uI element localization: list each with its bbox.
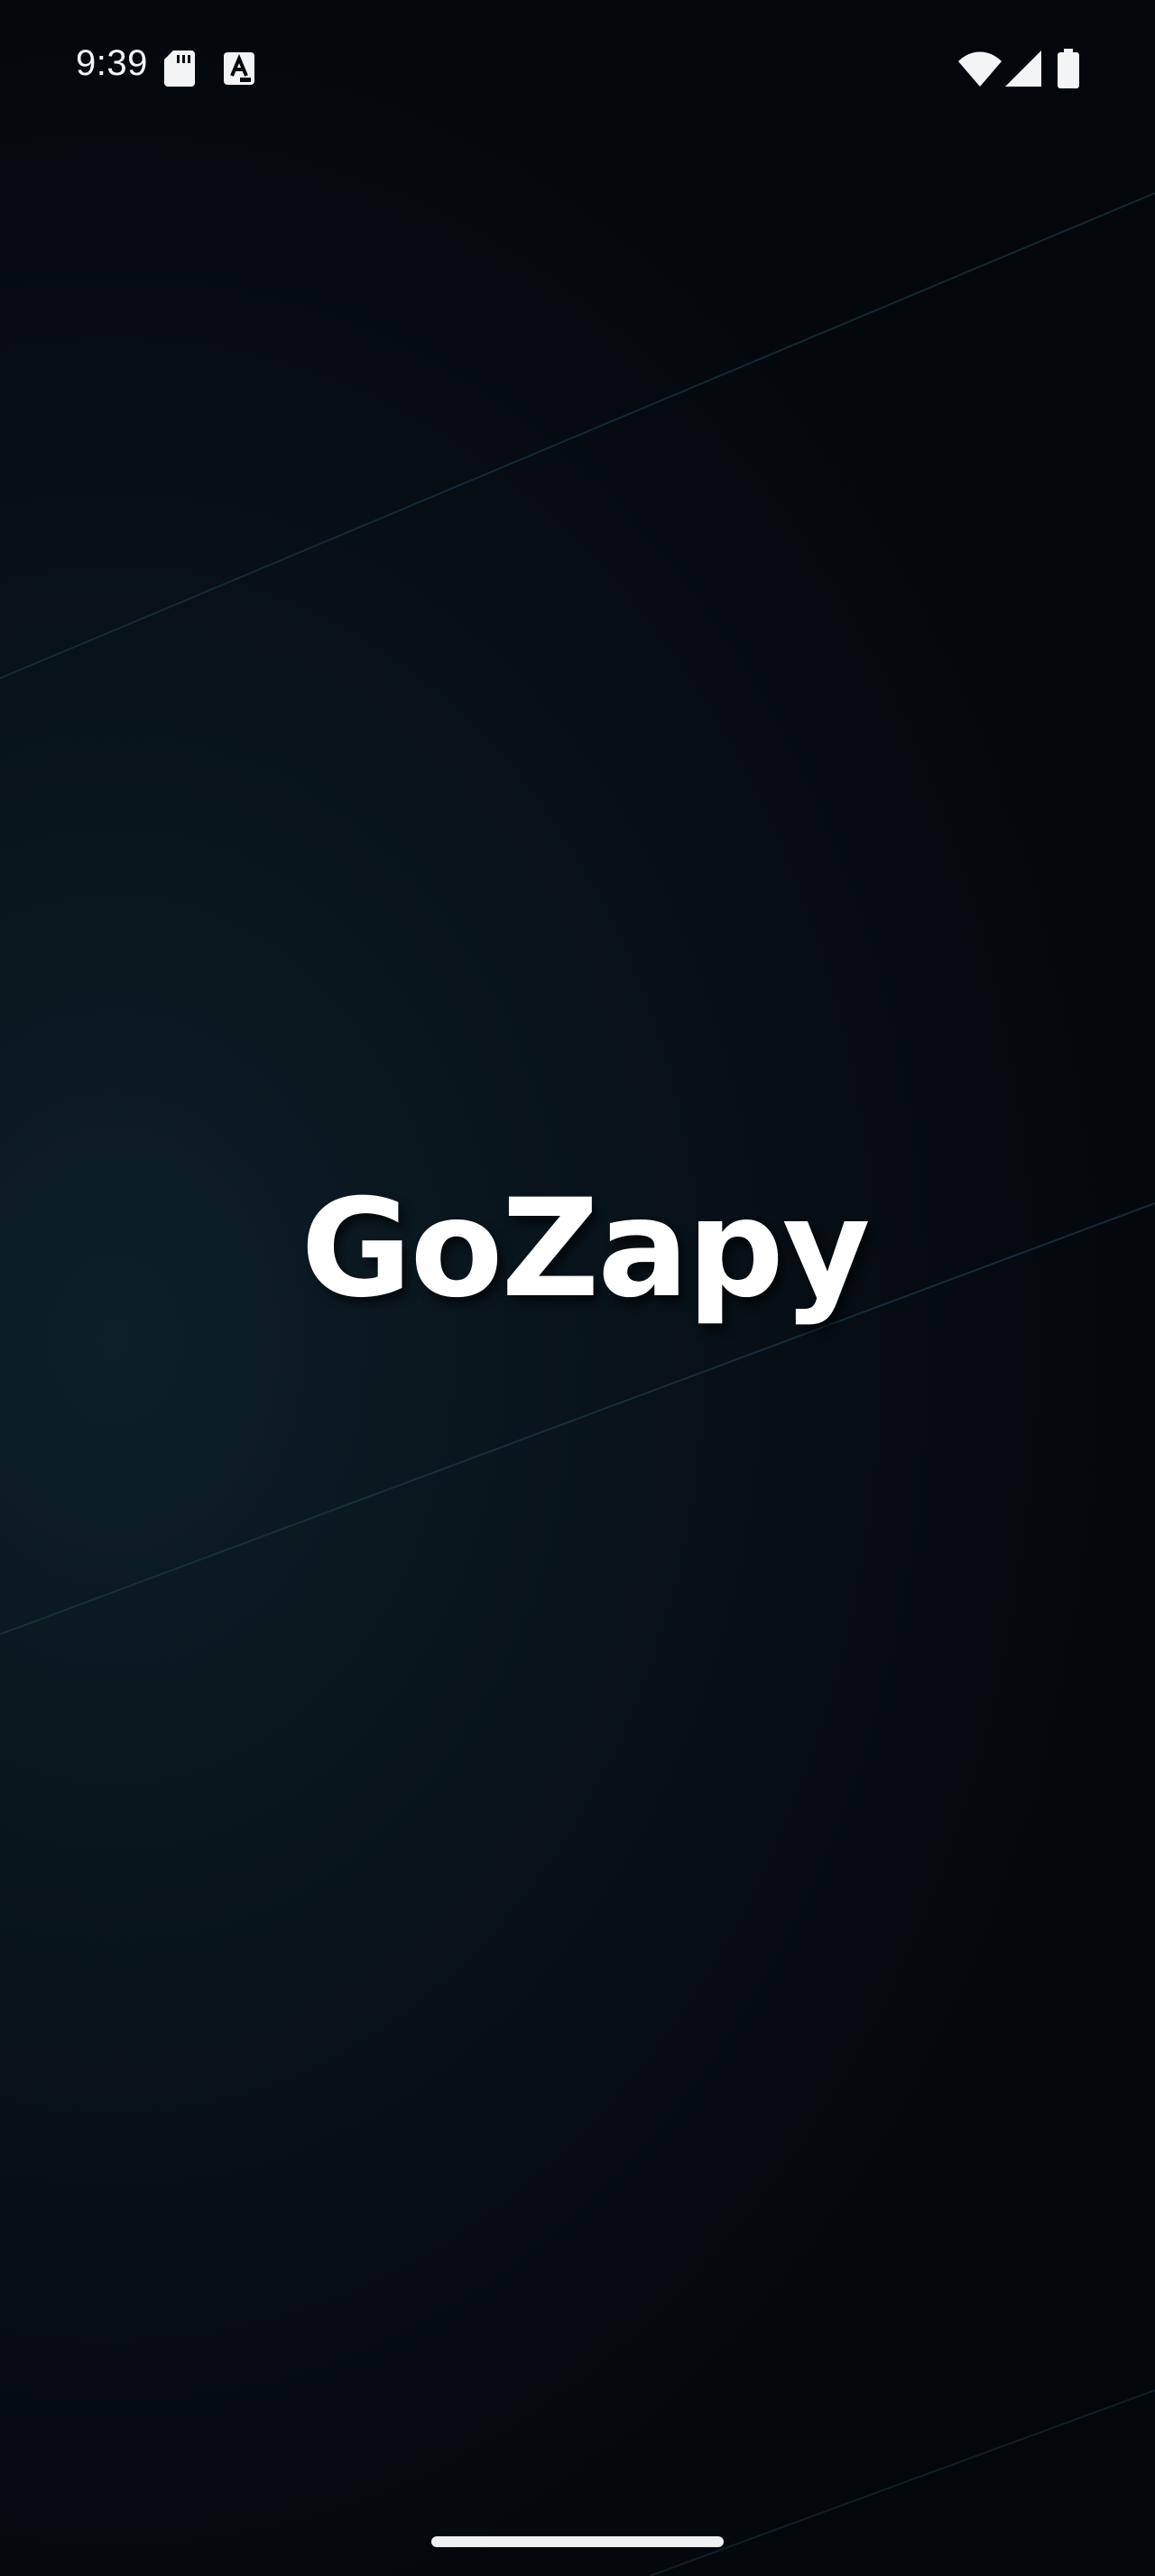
- a-notification-icon: [224, 52, 254, 85]
- status-bar: 9:39: [0, 0, 1155, 135]
- wifi-icon: [958, 51, 1002, 87]
- diagonal-line-top: [0, 192, 1155, 679]
- home-indicator[interactable]: [431, 2536, 724, 2547]
- battery-icon: [1058, 49, 1079, 88]
- sd-card-icon: [164, 51, 195, 87]
- app-logo: GoZapy: [300, 1171, 870, 1328]
- status-time: 9:39: [76, 43, 148, 83]
- cellular-signal-icon: [1005, 51, 1041, 87]
- diagonal-line-bottom: [649, 2389, 1155, 2576]
- splash-screen: 9:39 GoZapy: [0, 0, 1155, 2576]
